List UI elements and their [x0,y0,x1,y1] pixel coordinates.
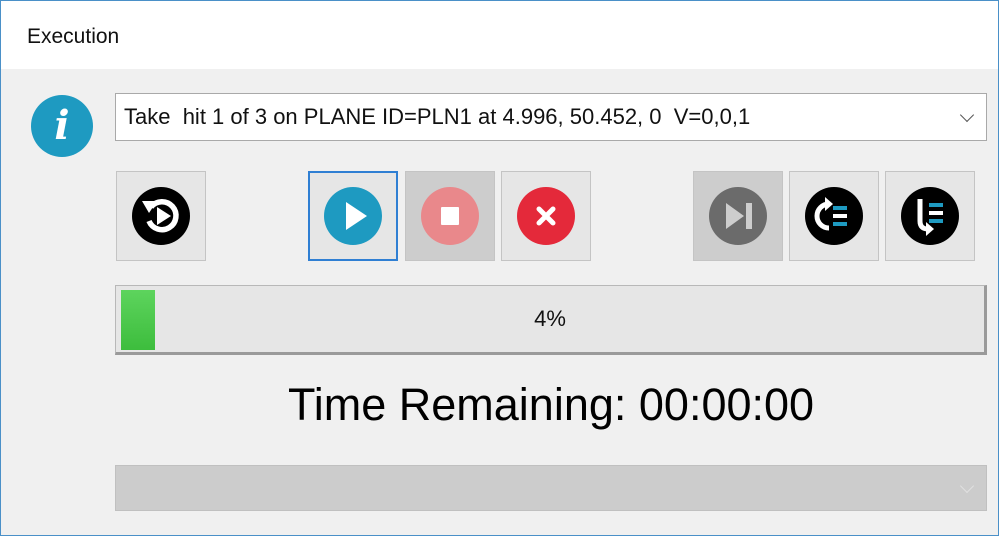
progress-bar: 4% [115,285,987,355]
cancel-button[interactable] [501,171,591,261]
stop-button[interactable] [405,171,495,261]
stop-icon [421,187,479,245]
chevron-down-icon[interactable] [959,478,975,494]
step-dropdown[interactable]: Take hit 1 of 3 on PLANE ID=PLN1 at 4.99… [115,93,987,141]
step-list-icon [901,187,959,245]
execution-window: Execution i Take hit 1 of 3 on PLANE ID=… [0,0,999,536]
play-button[interactable] [308,171,398,261]
progress-label: 4% [534,306,566,331]
step-list-button[interactable] [885,171,975,261]
skip-icon [709,187,767,245]
chevron-down-icon[interactable] [959,107,975,123]
cancel-icon [517,187,575,245]
secondary-dropdown[interactable] [115,465,987,511]
title-bar: Execution [1,1,998,69]
restart-icon [132,187,190,245]
restart-button[interactable] [116,171,206,261]
play-icon [324,187,382,245]
window-title: Execution [27,25,120,48]
loop-list-button[interactable] [789,171,879,261]
skip-button[interactable] [693,171,783,261]
step-dropdown-value: Take hit 1 of 3 on PLANE ID=PLN1 at 4.99… [124,104,751,129]
time-remaining: Time Remaining: 00:00:00 [287,379,815,430]
loop-list-icon [805,187,863,245]
info-icon: i [31,95,93,157]
